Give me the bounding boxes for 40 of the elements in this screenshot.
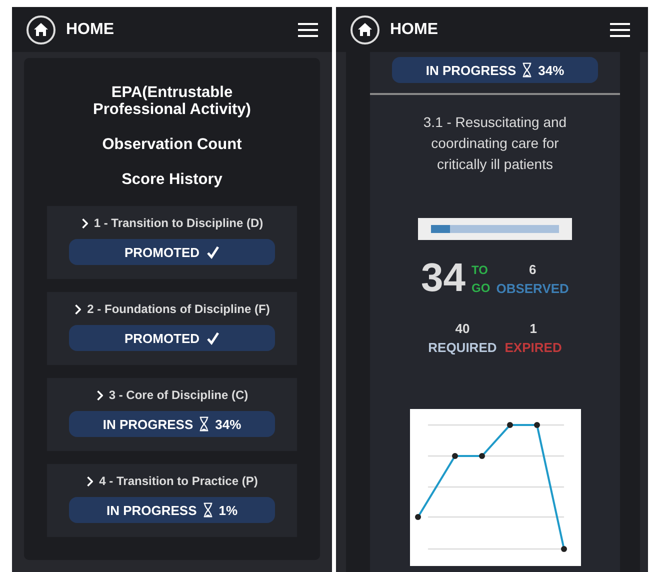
stage-title[interactable]: 2 - Foundations of Discipline (F)	[74, 302, 270, 316]
required-count: 40	[455, 320, 470, 338]
check-icon	[206, 245, 220, 259]
stage-title[interactable]: 4 - Transition to Practice (P)	[86, 474, 258, 488]
chevron-icon	[86, 476, 94, 486]
home-icon[interactable]	[350, 14, 380, 44]
section-heading: Observation Count	[101, 136, 243, 153]
stage-title[interactable]: 1 - Transition to Discipline (D)	[80, 216, 264, 230]
status-text: IN PROGRESS	[102, 416, 194, 432]
to-go-label: GO	[472, 280, 490, 296]
to-go-label: TO	[472, 262, 489, 278]
hourglass-icon	[522, 62, 532, 78]
chevron-icon	[80, 218, 88, 228]
expired-label: EXPIRED	[504, 339, 562, 357]
chevron-icon	[96, 390, 103, 400]
epa-title: 3.1 - Resuscitating and coordinating care for critically ill patients	[422, 113, 568, 174]
check-icon	[206, 331, 220, 345]
status-text: PROMOTED	[124, 330, 200, 346]
percent-text: 34%	[538, 62, 564, 78]
hourglass-icon	[202, 502, 213, 518]
section-heading: Score History	[120, 171, 224, 188]
status-text: IN PROGRESS	[426, 62, 516, 78]
section-heading: EPA(Entrustable Professional Activity)	[92, 84, 252, 118]
required-label: REQUIRED	[428, 339, 497, 357]
header-title: HOME	[390, 20, 439, 38]
header-title: HOME	[66, 20, 115, 38]
hourglass-icon	[199, 416, 210, 432]
observed-label: OBSERVED	[496, 280, 569, 298]
home-icon[interactable]	[26, 14, 56, 44]
percent-text: 34%	[215, 416, 242, 432]
expired-count: 1	[530, 320, 537, 338]
percent-text: 1%	[218, 502, 238, 518]
menu-icon[interactable]	[298, 22, 318, 38]
menu-icon[interactable]	[610, 22, 630, 38]
chevron-icon	[74, 304, 82, 314]
stage-title[interactable]: 3 - Core of Discipline (C)	[96, 388, 248, 402]
status-text: PROMOTED	[124, 244, 200, 260]
observed-count: 6	[528, 260, 536, 278]
to-go-count: 34	[421, 256, 466, 301]
status-text: IN PROGRESS	[106, 502, 197, 518]
